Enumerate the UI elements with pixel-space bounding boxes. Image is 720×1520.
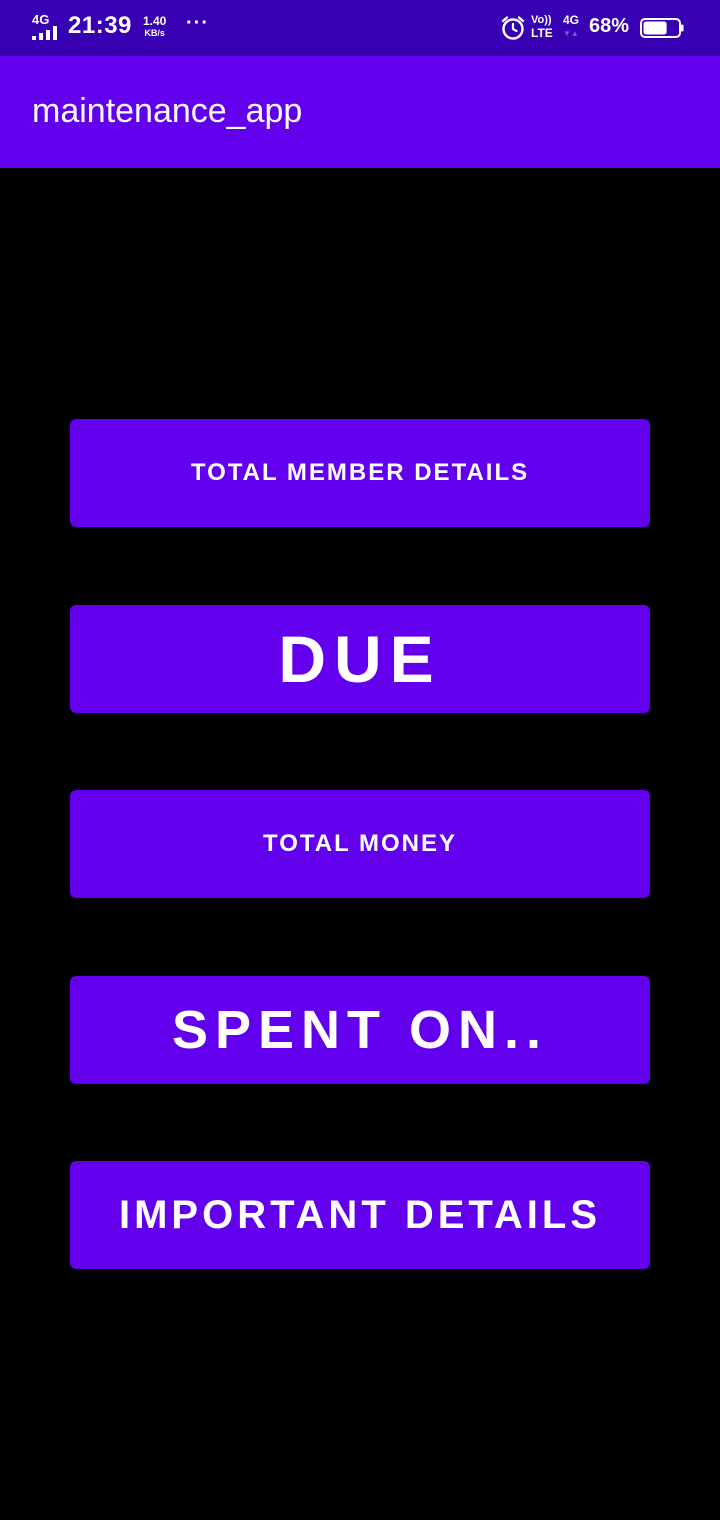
data-arrows-icon: ▼▲ (563, 29, 579, 38)
important-details-button[interactable]: IMPORTANT DETAILS (70, 1161, 650, 1269)
clock: 21:39 (68, 12, 132, 39)
due-button[interactable]: DUE (70, 605, 650, 713)
total-money-button[interactable]: TOTAL MONEY (70, 790, 650, 898)
mobile-data-indicator: 4G ▼▲ (563, 14, 579, 40)
lte-label: LTE (531, 26, 553, 40)
alarm-icon (501, 16, 525, 40)
total-member-details-button[interactable]: TOTAL MEMBER DETAILS (70, 419, 650, 527)
speed-value: 1.40 (143, 14, 167, 28)
network-speed: 1.40 KB/s (143, 15, 166, 39)
battery-fill (643, 21, 667, 35)
signal-icon (32, 24, 62, 40)
more-icon: ··· (186, 12, 209, 34)
volte-indicator: Vo)) LTE (531, 14, 553, 40)
network2-label: 4G (563, 13, 580, 27)
battery-icon (640, 18, 684, 38)
app-bar: maintenance_app (0, 56, 720, 168)
speed-unit: KB/s (144, 28, 165, 38)
spent-on-button[interactable]: SPENT ON.. (70, 976, 650, 1084)
app-title: maintenance_app (32, 92, 303, 130)
battery-percent: 68% (589, 15, 630, 37)
status-bar: 4G 21:39 1.40 KB/s ··· Vo)) LTE 4G ▼▲ 68… (0, 0, 720, 56)
